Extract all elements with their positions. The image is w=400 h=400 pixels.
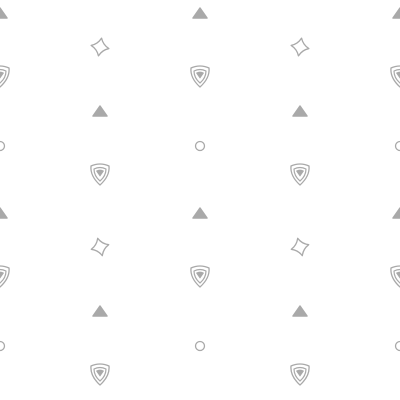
triangle-icon: [192, 7, 208, 19]
triangle-icon: [0, 7, 8, 19]
triangle-icon: [92, 305, 108, 317]
shield-icon: [290, 363, 310, 386]
shield-icon: [90, 163, 110, 186]
circle-icon: [0, 340, 6, 352]
shield-icon: [0, 65, 10, 88]
triangle-icon: [292, 105, 308, 117]
triangle-icon: [292, 305, 308, 317]
circle-icon: [194, 340, 206, 352]
circle-icon: [0, 140, 6, 152]
pattern-canvas: [0, 7, 400, 386]
shield-icon: [290, 163, 310, 186]
pattern-layer: [0, 7, 400, 386]
shield-icon: [0, 265, 10, 288]
triangle-icon: [192, 207, 208, 219]
sparkle-icon: [90, 37, 110, 57]
circle-icon: [194, 140, 206, 152]
sparkle-icon: [290, 237, 310, 257]
shield-icon: [190, 65, 210, 88]
triangle-icon: [0, 207, 8, 219]
shield-icon: [390, 265, 400, 288]
sparkle-icon: [90, 237, 110, 257]
circle-icon: [394, 140, 400, 152]
sparkle-icon: [290, 37, 310, 57]
shield-icon: [90, 363, 110, 386]
triangle-icon: [92, 105, 108, 117]
shield-icon: [390, 65, 400, 88]
triangle-icon: [392, 7, 400, 19]
shield-icon: [190, 265, 210, 288]
triangle-icon: [392, 207, 400, 219]
circle-icon: [394, 340, 400, 352]
